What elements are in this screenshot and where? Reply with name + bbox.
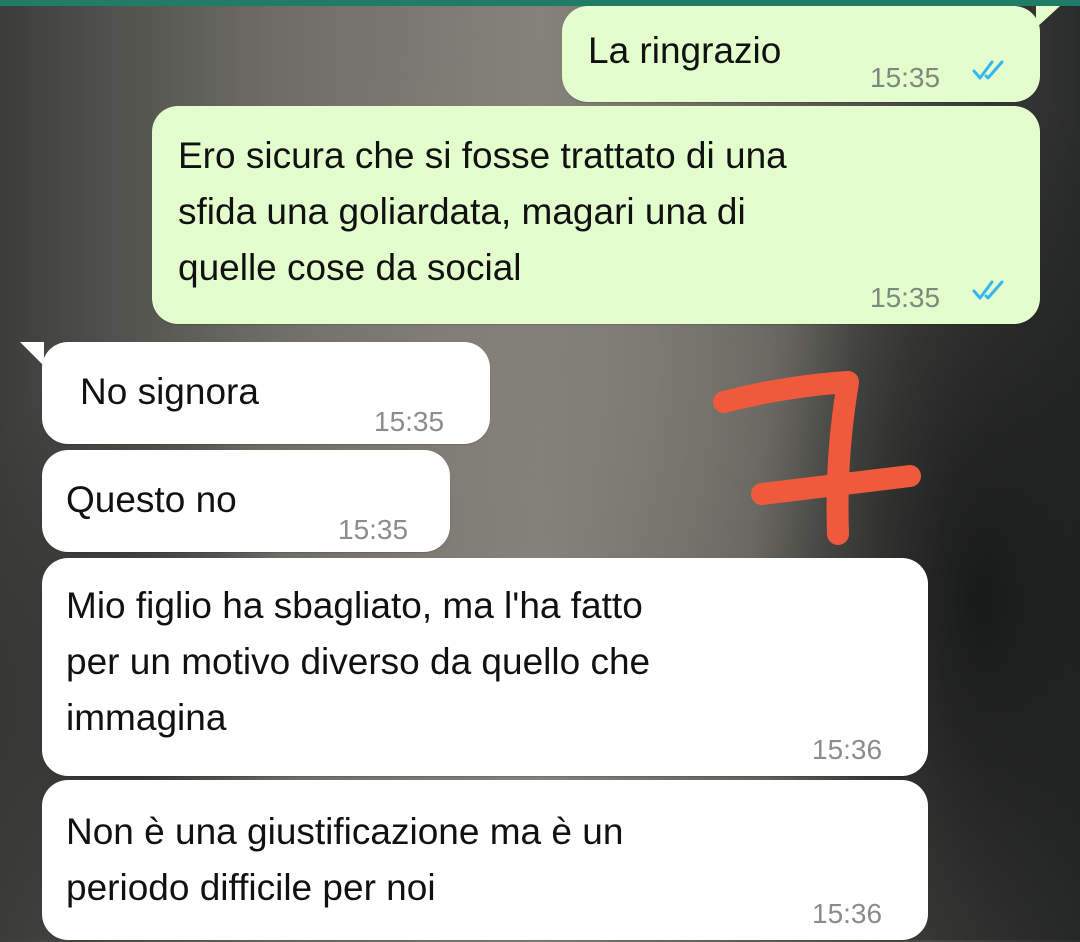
message-time: 15:35 — [374, 406, 445, 437]
message-bubble-incoming[interactable]: Non è una giustificazione ma è un period… — [42, 780, 928, 940]
message-bubble-incoming[interactable]: No signora 15:35 — [42, 342, 490, 444]
message-text: Mio figlio ha sbagliato, ma l'ha fatto p… — [66, 585, 651, 738]
read-double-check-icon — [972, 280, 1004, 300]
message-time: 15:35 — [870, 62, 941, 93]
message-bubble-incoming[interactable]: Questo no 15:35 — [42, 450, 450, 552]
message-text: No signora — [80, 371, 259, 412]
incoming-bubble-tail — [20, 342, 44, 366]
handwritten-seven-annotation — [713, 371, 921, 545]
message-bubble-outgoing[interactable]: La ringrazio 15:35 — [562, 6, 1040, 102]
message-time: 15:35 — [338, 514, 409, 545]
message-text: Questo no — [66, 479, 237, 520]
message-text: Non è una giustificazione ma è un period… — [66, 811, 624, 908]
message-text: La ringrazio — [588, 30, 782, 71]
message-bubble-outgoing[interactable]: Ero sicura che si fosse trattato di una … — [152, 106, 1040, 324]
message-text: Ero sicura che si fosse trattato di una … — [178, 135, 787, 288]
read-double-check-icon — [972, 60, 1004, 80]
message-bubble-incoming[interactable]: Mio figlio ha sbagliato, ma l'ha fatto p… — [42, 558, 928, 776]
message-time: 15:35 — [870, 282, 941, 313]
outgoing-bubble-tail — [1036, 6, 1060, 28]
message-time: 15:36 — [812, 734, 883, 765]
message-time: 15:36 — [812, 898, 883, 929]
